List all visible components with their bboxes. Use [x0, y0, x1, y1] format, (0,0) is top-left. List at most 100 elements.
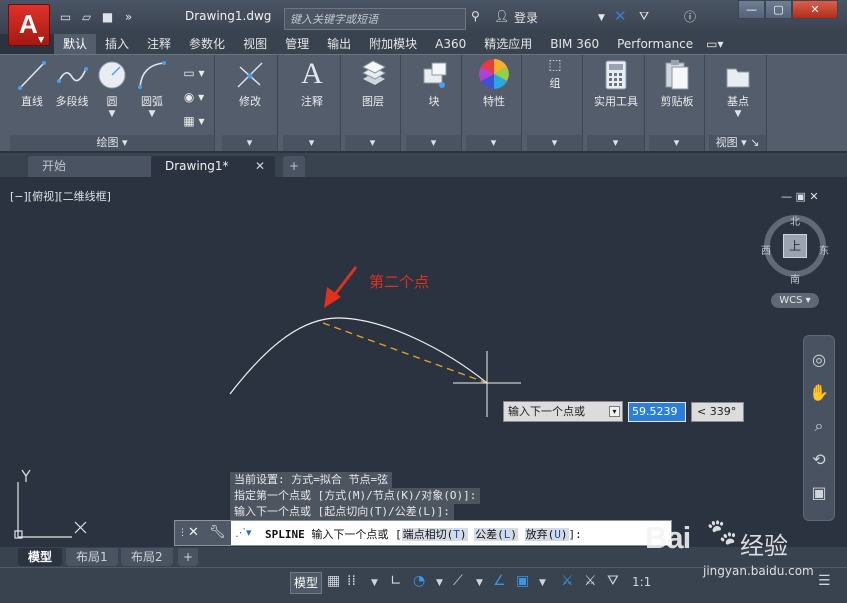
- arc-dropdown-icon[interactable]: ▼: [134, 109, 170, 119]
- customize-wrench-icon[interactable]: 🔧︎: [209, 525, 226, 540]
- chevron-down-icon[interactable]: ▾: [345, 135, 400, 151]
- annotation-scale-icon[interactable]: ⛛: [607, 573, 619, 589]
- binoculars-icon[interactable]: ⚲: [471, 9, 480, 23]
- tab-a360[interactable]: A360: [426, 34, 475, 54]
- more-tools-icon[interactable]: »: [120, 9, 137, 26]
- ribbon-minimize-icon[interactable]: ▭▾: [702, 34, 727, 54]
- tab-insert[interactable]: 插入: [96, 34, 138, 54]
- open-folder-icon[interactable]: ▱: [78, 9, 95, 26]
- line-tool-button[interactable]: 直线: [14, 59, 50, 109]
- isodraft-icon[interactable]: ⟋: [453, 573, 463, 589]
- user-icon[interactable]: 👤︎: [494, 9, 509, 23]
- autodesk-app-icon[interactable]: ⛛: [639, 9, 649, 24]
- panel-groups[interactable]: ⬚ 组 ▾: [527, 55, 583, 151]
- tab-performance[interactable]: Performance: [608, 34, 702, 54]
- properties-button[interactable]: 特性: [470, 57, 518, 109]
- circle-dropdown-icon[interactable]: ▼: [94, 109, 130, 119]
- chevron-down-icon[interactable]: ▾: [649, 135, 704, 151]
- chevron-down-icon[interactable]: ▾: [406, 135, 461, 151]
- grid-icon[interactable]: ▦: [327, 573, 340, 589]
- snap-dropdown-icon[interactable]: ▼: [371, 578, 378, 588]
- object-snap-icon[interactable]: ▣: [516, 573, 529, 589]
- region-icon[interactable]: ▦ ▾: [178, 109, 210, 133]
- layers-button[interactable]: 图层: [349, 59, 397, 109]
- panel-view-footer[interactable]: 视图 ▾ ↘: [709, 135, 766, 151]
- block-button[interactable]: 块: [410, 59, 458, 109]
- layout-tab-layout1[interactable]: 布局1: [66, 548, 118, 566]
- exchange-icon[interactable]: ✕: [614, 7, 627, 25]
- annotation-visibility-icon[interactable]: ⚔: [561, 573, 574, 589]
- search-input[interactable]: [285, 9, 465, 29]
- panel-annotation[interactable]: A 注释 ▾: [283, 55, 341, 151]
- circle-tool-button[interactable]: 圆 ▼: [94, 59, 130, 119]
- tab-annotate[interactable]: 注释: [138, 34, 180, 54]
- drawing-canvas[interactable]: [−][俯视][二维线框] — ▣ ✕ 上 北 南 东 西 WCS ▾ ◎ ✋ …: [0, 177, 847, 547]
- options-dropdown-icon[interactable]: ▾: [609, 406, 620, 417]
- grip-handle-icon[interactable]: ⋮: [178, 528, 187, 538]
- tab-parametric[interactable]: 参数化: [180, 34, 234, 54]
- tab-addins[interactable]: 附加模块: [360, 34, 426, 54]
- tab-manage[interactable]: 管理: [276, 34, 318, 54]
- groups-button[interactable]: ⬚ 组: [531, 57, 579, 91]
- command-option-undo[interactable]: 放弃(U): [524, 528, 569, 541]
- command-option-tolerance[interactable]: 公差(L): [474, 528, 518, 541]
- tab-bim360[interactable]: BIM 360: [541, 34, 608, 54]
- save-icon[interactable]: ■: [99, 9, 116, 26]
- close-button[interactable]: ✕: [792, 0, 838, 19]
- tab-output[interactable]: 输出: [318, 34, 360, 54]
- dynamic-input-angle[interactable]: < 339°: [691, 402, 744, 422]
- panel-layers[interactable]: 图层 ▾: [345, 55, 401, 151]
- polar-dropdown-icon[interactable]: ▼: [436, 578, 443, 588]
- maximize-button[interactable]: ▢: [765, 0, 792, 19]
- chevron-down-icon[interactable]: ▾: [222, 135, 277, 151]
- signin-dropdown-icon[interactable]: ▼: [598, 13, 605, 23]
- command-line[interactable]: ⋮ ✕ 🔧︎ ⋰▾ SPLINE 输入下一个点或 [端点相切(T) 公差(L) …: [174, 520, 672, 546]
- model-space-button[interactable]: 模型: [290, 572, 322, 594]
- polar-tracking-icon[interactable]: ◔: [413, 573, 425, 589]
- close-command-line-icon[interactable]: ✕: [188, 525, 199, 540]
- close-tab-icon[interactable]: ✕: [255, 156, 265, 177]
- layout-tab-model[interactable]: 模型: [18, 548, 63, 566]
- utilities-button[interactable]: 实用工具: [589, 59, 643, 109]
- panel-utilities[interactable]: 实用工具 ▾: [587, 55, 645, 151]
- chevron-down-icon[interactable]: ▾: [283, 135, 340, 151]
- file-tab-start[interactable]: 开始: [28, 156, 152, 177]
- chevron-down-icon[interactable]: ▾: [466, 135, 521, 151]
- panel-clipboard[interactable]: 剪贴板 ▾: [649, 55, 705, 151]
- panel-draw-footer[interactable]: 绘图 ▾: [10, 135, 214, 151]
- dynamic-input-distance[interactable]: 59.5239: [628, 402, 686, 422]
- tab-home[interactable]: 默认: [54, 34, 97, 54]
- minimize-button[interactable]: —: [738, 0, 765, 19]
- new-tab-button[interactable]: +: [283, 156, 305, 177]
- auto-scale-icon[interactable]: ⚔: [584, 573, 597, 589]
- file-tab-drawing[interactable]: Drawing1* ✕: [151, 156, 275, 177]
- clipboard-button[interactable]: 剪贴板: [651, 59, 703, 109]
- command-recent-icon[interactable]: ⋰▾: [235, 526, 252, 539]
- modify-button[interactable]: 修改: [226, 59, 274, 109]
- chevron-down-icon[interactable]: ▾: [527, 135, 582, 151]
- polyline-tool-button[interactable]: 多段线: [52, 59, 92, 109]
- tab-featured-apps[interactable]: 精选应用: [475, 34, 541, 54]
- hatch-icon[interactable]: ◉ ▾: [178, 85, 210, 109]
- arc-tool-button[interactable]: 圆弧 ▼: [134, 59, 170, 119]
- layout-tab-layout2[interactable]: 布局2: [121, 548, 173, 566]
- snap-icon[interactable]: ⁞⁞: [347, 573, 356, 589]
- chevron-down-icon[interactable]: ▾: [587, 135, 644, 151]
- search-box[interactable]: [284, 8, 466, 30]
- panel-view[interactable]: 基点 ▼ 视图 ▾ ↘: [709, 55, 767, 151]
- help-icon[interactable]: ⓘ: [684, 8, 696, 25]
- panel-properties[interactable]: 特性 ▾: [466, 55, 522, 151]
- isodraft-dropdown-icon[interactable]: ▼: [476, 578, 483, 588]
- annotation-button[interactable]: A 注释: [287, 57, 337, 109]
- command-option-tangent[interactable]: 端点相切(T): [401, 528, 468, 541]
- new-file-icon[interactable]: ▭: [57, 9, 74, 26]
- basepoint-dropdown-icon[interactable]: ▼: [713, 109, 763, 119]
- panel-block[interactable]: 块 ▾: [406, 55, 462, 151]
- basepoint-button[interactable]: 基点 ▼: [713, 61, 763, 119]
- panel-modify[interactable]: 修改 ▾: [222, 55, 278, 151]
- signin-link[interactable]: 登录: [514, 9, 538, 26]
- add-layout-button[interactable]: +: [178, 548, 199, 566]
- object-snap-tracking-icon[interactable]: ∠: [493, 573, 506, 589]
- tab-view[interactable]: 视图: [234, 34, 276, 54]
- application-menu-button[interactable]: A ▼: [8, 4, 50, 46]
